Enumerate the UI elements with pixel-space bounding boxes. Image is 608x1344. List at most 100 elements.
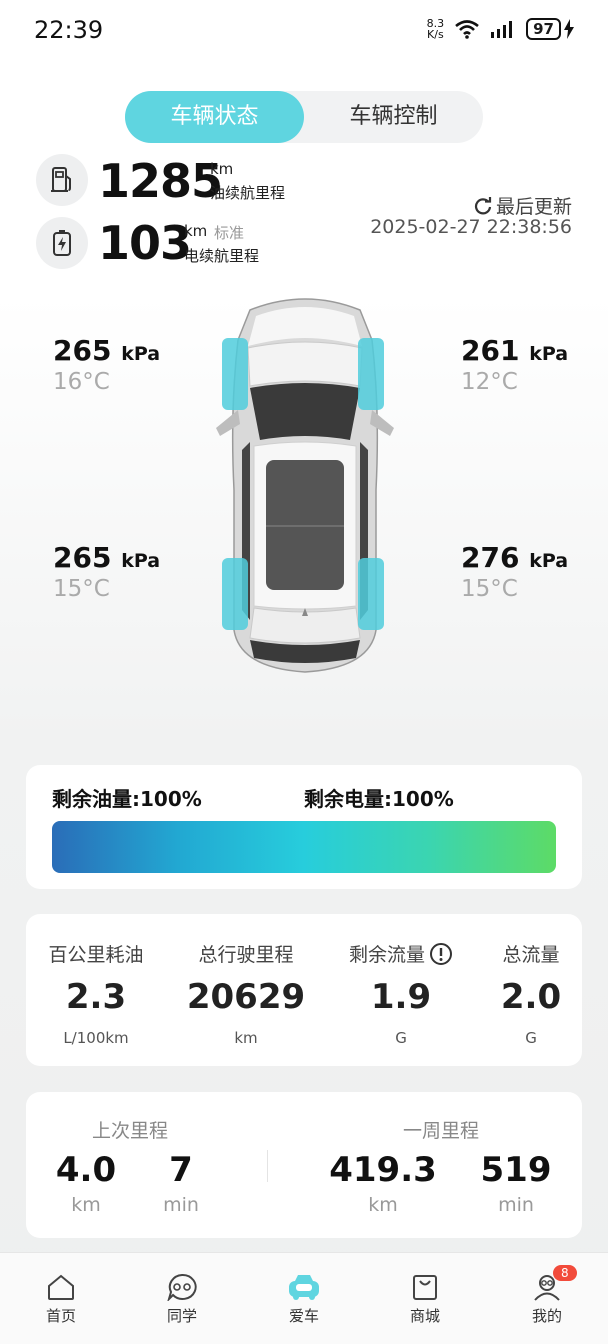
trip-unit: km bbox=[368, 1194, 398, 1216]
tire-pressure-unit: kPa bbox=[529, 550, 569, 572]
home-icon bbox=[48, 1274, 74, 1300]
network-speed-unit: K/s bbox=[427, 28, 444, 41]
signal-icon bbox=[491, 21, 513, 38]
stat-unit: L/100km bbox=[63, 1029, 129, 1047]
fuel-range-unit: km bbox=[210, 160, 234, 178]
stat-unit: km bbox=[234, 1029, 258, 1047]
stat-value: 1.9 bbox=[370, 977, 432, 1017]
tire-front-right-indicator bbox=[358, 338, 384, 410]
view-switcher: 车辆状态 车辆控制 bbox=[125, 91, 483, 143]
trip-divider bbox=[267, 1150, 268, 1182]
tire-pressure-unit: kPa bbox=[529, 343, 569, 365]
electric-range-label: 电续航里程 bbox=[184, 247, 260, 265]
stat-total-mileage: 总行驶里程 20629 km bbox=[186, 940, 306, 1047]
last-trip-distance: 4.0 km bbox=[46, 1150, 126, 1216]
electric-level-bar bbox=[304, 821, 556, 873]
tire-pressure-value: 265 bbox=[53, 541, 112, 574]
chat-icon bbox=[167, 1273, 197, 1301]
stat-remaining-data: 剩余流量 1.9 G bbox=[336, 940, 466, 1047]
fuel-range-value: 1285 bbox=[98, 154, 223, 208]
stat-title: 百公里耗油 bbox=[48, 944, 144, 966]
status-icons: 8.3 K/s 97 bbox=[427, 18, 574, 40]
nav-my-car[interactable]: 爱车 bbox=[264, 1253, 344, 1344]
trip-value: 4.0 bbox=[55, 1150, 117, 1190]
electric-range-unit: km bbox=[184, 222, 208, 240]
nav-label: 商城 bbox=[409, 1307, 440, 1325]
tire-pressure: 265 kPa bbox=[53, 334, 160, 367]
tire-pressure: 261 kPa bbox=[461, 334, 568, 367]
battery-indicator: 97 bbox=[526, 18, 574, 40]
battery-charge-icon bbox=[36, 217, 88, 269]
fuel-level-bar bbox=[52, 821, 304, 873]
stat-value: 2.0 bbox=[500, 977, 562, 1017]
stat-title: 剩余流量 bbox=[348, 944, 425, 966]
car-icon bbox=[289, 1275, 319, 1300]
refresh-button[interactable]: 最后更新 bbox=[474, 192, 572, 219]
nav-classmates[interactable]: 同学 bbox=[142, 1253, 222, 1344]
trip-value: 7 bbox=[169, 1150, 193, 1190]
stat-unit: G bbox=[525, 1029, 537, 1047]
last-updated-time: 2025-02-27 22:38:56 bbox=[370, 216, 572, 238]
last-trip-duration: 7 min bbox=[146, 1150, 216, 1216]
trip-unit: min bbox=[498, 1194, 534, 1216]
stat-total-data: 总流量 2.0 G bbox=[486, 940, 576, 1047]
tire-front-right: 261 kPa 12°C bbox=[461, 334, 568, 395]
tab-vehicle-status[interactable]: 车辆状态 bbox=[125, 91, 304, 143]
stat-unit: G bbox=[395, 1029, 407, 1047]
stat-fuel-consumption: 百公里耗油 2.3 L/100km bbox=[36, 940, 156, 1047]
tire-temperature: 12°C bbox=[461, 369, 518, 395]
stat-title: 总行驶里程 bbox=[198, 944, 294, 966]
tire-pressure-value: 261 bbox=[461, 334, 520, 367]
charging-icon bbox=[564, 19, 574, 39]
bottom-nav: 首页 同学 爱车 商城 我的 8 bbox=[0, 1252, 608, 1344]
tire-pressure: 276 kPa bbox=[461, 541, 568, 574]
trip-value: 519 bbox=[480, 1150, 552, 1190]
notification-badge: 8 bbox=[553, 1265, 577, 1281]
status-time: 22:39 bbox=[34, 16, 104, 44]
stat-title-row: 剩余流量 bbox=[336, 940, 466, 967]
wifi-icon bbox=[455, 20, 479, 39]
nav-profile[interactable]: 我的 8 bbox=[507, 1253, 587, 1344]
trip-value: 419.3 bbox=[329, 1150, 437, 1190]
tire-temperature: 16°C bbox=[53, 369, 110, 395]
fuel-range-label: 油续航里程 bbox=[210, 184, 286, 202]
tire-rear-right-indicator bbox=[358, 558, 384, 630]
trip-unit: min bbox=[163, 1194, 199, 1216]
fuel-level-label: 剩余油量:100% bbox=[52, 787, 202, 811]
tire-front-left: 265 kPa 16°C bbox=[53, 334, 160, 395]
stat-value: 2.3 bbox=[65, 977, 127, 1017]
tire-rear-right: 276 kPa 15°C bbox=[461, 541, 568, 602]
tire-rear-left: 265 kPa 15°C bbox=[53, 541, 160, 602]
tire-pressure-value: 276 bbox=[461, 541, 520, 574]
tire-pressure-unit: kPa bbox=[121, 550, 161, 572]
tire-temperature: 15°C bbox=[461, 576, 518, 602]
battery-level: 97 bbox=[526, 18, 561, 40]
week-trip-title: 一周里程 bbox=[403, 1120, 480, 1142]
tab-vehicle-control[interactable]: 车辆控制 bbox=[304, 91, 483, 143]
fuel-pump-icon bbox=[36, 154, 88, 206]
info-icon[interactable] bbox=[429, 942, 453, 966]
nav-label: 爱车 bbox=[288, 1307, 319, 1325]
nav-label: 首页 bbox=[45, 1307, 76, 1325]
electric-range-value: 103 bbox=[98, 216, 192, 270]
tire-rear-left-indicator bbox=[222, 558, 248, 630]
refresh-label: 最后更新 bbox=[495, 196, 572, 218]
electric-range-tag: 标准 bbox=[214, 224, 245, 242]
week-trip-duration: 519 min bbox=[474, 1150, 558, 1216]
tire-pressure-unit: kPa bbox=[121, 343, 161, 365]
tire-pressure: 265 kPa bbox=[53, 541, 160, 574]
network-speed: 8.3 K/s bbox=[427, 18, 445, 40]
last-trip-title: 上次里程 bbox=[92, 1120, 169, 1142]
stat-value: 20629 bbox=[186, 977, 306, 1017]
nav-shop[interactable]: 商城 bbox=[385, 1253, 465, 1344]
tire-pressure-value: 265 bbox=[53, 334, 112, 367]
nav-home[interactable]: 首页 bbox=[21, 1253, 101, 1344]
stat-title: 总流量 bbox=[502, 944, 560, 966]
refresh-icon bbox=[474, 196, 492, 214]
tire-front-left-indicator bbox=[222, 338, 248, 410]
trip-unit: km bbox=[71, 1194, 101, 1216]
nav-label: 同学 bbox=[166, 1307, 197, 1325]
tire-temperature: 15°C bbox=[53, 576, 110, 602]
week-trip-distance: 419.3 km bbox=[328, 1150, 438, 1216]
electric-level-label: 剩余电量:100% bbox=[304, 787, 454, 811]
